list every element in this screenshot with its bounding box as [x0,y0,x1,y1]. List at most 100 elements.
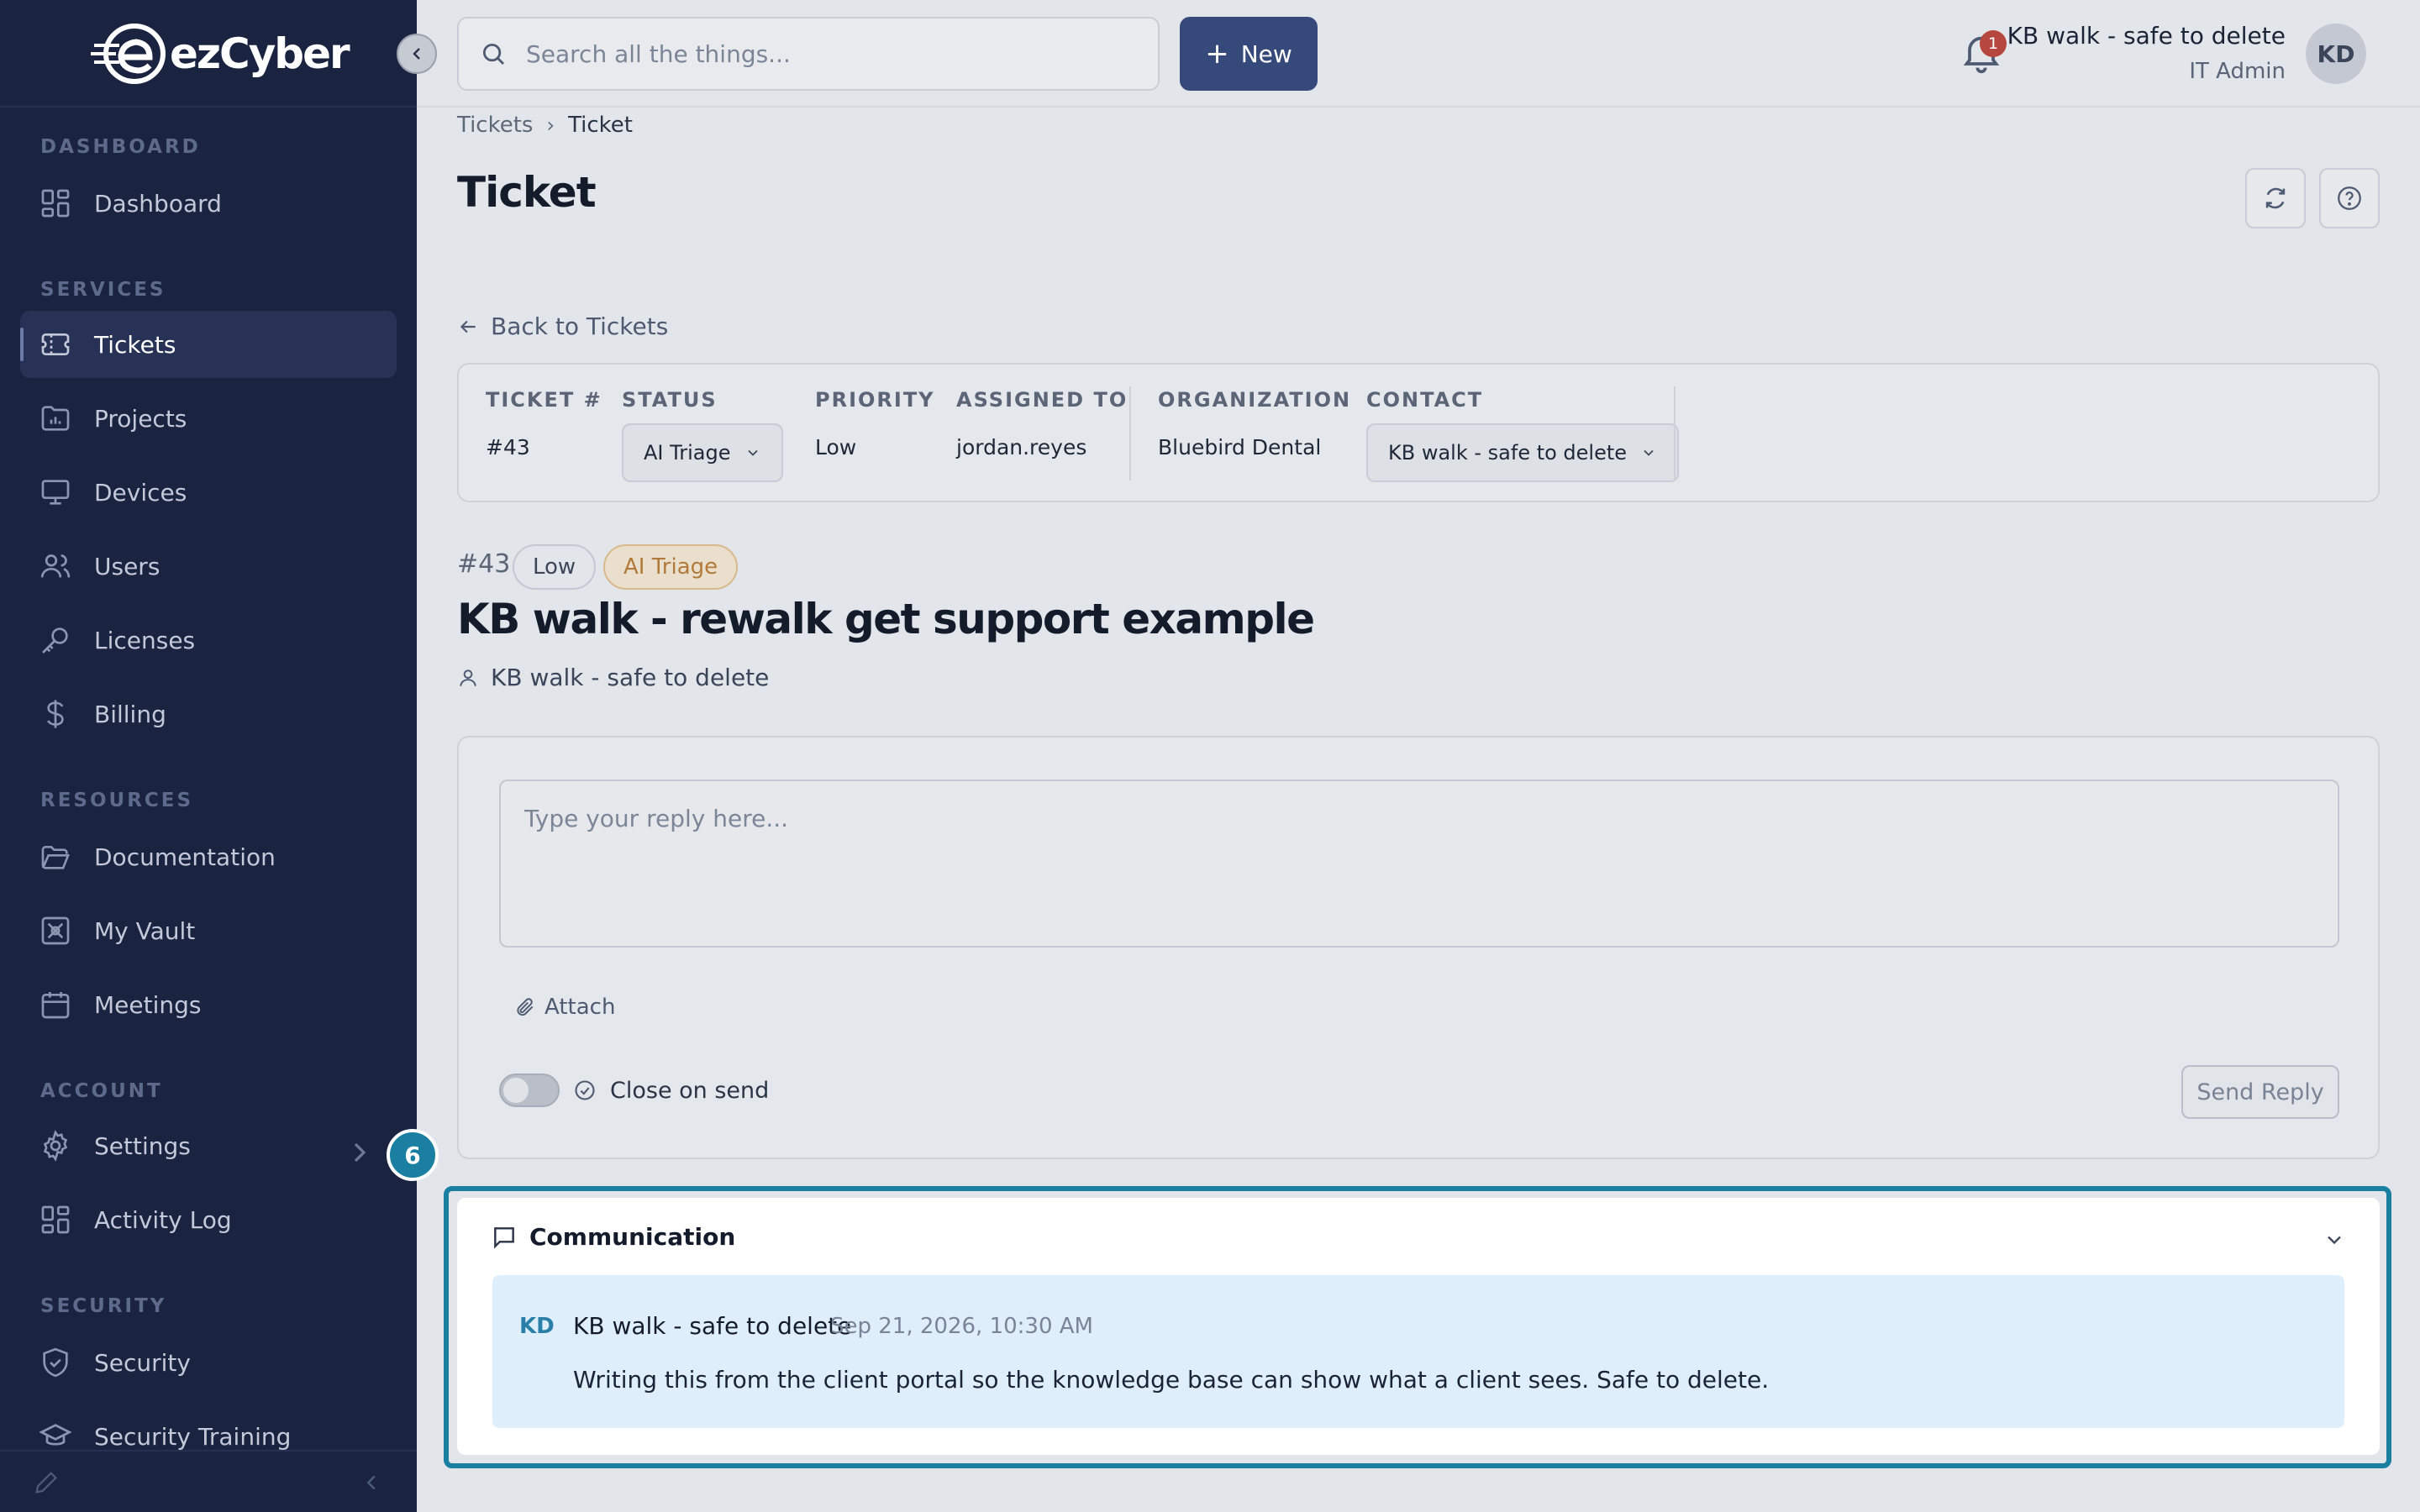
section-label-account: ACCOUNT [40,1080,163,1102]
contact-select[interactable]: KB walk - safe to delete [1366,423,1680,482]
close-on-send-label: Close on send [573,1074,769,1107]
meta-divider [1674,386,1676,480]
collapse-sidebar-icon[interactable] [360,1470,383,1495]
folder-open-icon [41,846,70,869]
paperclip-icon [517,998,534,1016]
attach-button[interactable]: Attach [514,995,615,1020]
reply-card: Attach Close on send Send Reply [457,736,2380,1159]
help-icon [2338,186,2361,210]
sidebar-item-settings[interactable]: Settings [20,1112,397,1179]
chevron-right-icon [354,1142,366,1163]
arrow-left-icon [460,320,476,333]
user-name: KB walk - safe to delete [2007,22,2286,50]
refresh-button[interactable] [2245,168,2306,228]
shield-icon [43,1347,68,1378]
meta-label: PRIORITY [815,388,935,412]
sidebar-item-users[interactable]: Users [20,533,397,600]
sidebar-item-activity-log[interactable]: Activity Log [20,1186,397,1253]
sidebar-item-meetings[interactable]: Meetings [20,971,397,1038]
meta-label: ASSIGNED TO [956,388,1128,412]
meta-priority: PRIORITY Low [815,388,935,459]
status-badge: AI Triage [603,544,739,590]
plus-icon: + [1205,37,1229,71]
folder-chart-icon [41,406,70,431]
status-select[interactable]: AI Triage [622,423,783,482]
gear-icon [43,1130,68,1162]
meta-label: CONTACT [1366,388,1484,412]
reply-textarea[interactable] [524,805,2314,922]
breadcrumb: Tickets › Ticket [457,113,633,138]
meta-label: STATUS [622,388,718,412]
sidebar-item-projects[interactable]: Projects [20,385,397,452]
sidebar-item-label: Documentation [94,843,276,871]
user-role: IT Admin [2189,59,2286,84]
step-highlight-frame [444,1186,2391,1468]
ticket-meta-card: TICKET # #43 STATUS AI Triage PRIORITY L… [457,363,2380,502]
status-select-value: AI Triage [644,441,731,465]
avatar[interactable]: KD [2306,24,2366,84]
ticket-title: KB walk - rewalk get support example [457,595,1315,643]
refresh-icon [2265,187,2286,209]
brand-name: ezCyber [170,29,350,78]
ticket-number: #43 [457,549,511,579]
meta-organization: ORGANIZATION Bluebird Dental [1158,388,1351,459]
sidebar-item-tickets[interactable]: Tickets [20,311,397,378]
chevron-right-icon: › [546,113,555,137]
meta-label: TICKET # [486,388,602,412]
step-badge: 6 [387,1129,439,1181]
ticket-contact: KB walk - safe to delete [457,664,769,691]
meta-status-label-wrap: STATUS [622,388,718,412]
meta-assigned-to: ASSIGNED TO jordan.reyes [956,388,1128,459]
section-label-security: SECURITY [40,1295,167,1317]
sidebar-item-label: Devices [94,478,187,507]
sidebar-item-label: Settings [94,1131,191,1160]
sidebar-item-label: Dashboard [94,189,222,218]
sidebar-item-label: Security [94,1348,191,1377]
grid-icon [41,1205,70,1234]
sidebar-item-licenses[interactable]: Licenses [20,606,397,674]
section-label-dashboard: DASHBOARD [40,136,201,158]
sidebar-item-billing[interactable]: Billing [20,680,397,748]
grid-icon [41,189,70,218]
reply-box[interactable] [499,780,2339,948]
brand-logo[interactable]: ezCyber [91,20,350,87]
sidebar-item-dashboard[interactable]: Dashboard [20,170,397,237]
search-input[interactable] [526,39,1114,68]
sidebar-item-label: Tickets [94,330,176,359]
sidebar-item-label: Projects [94,404,187,433]
help-button[interactable] [2319,168,2380,228]
notification-count-badge: 1 [1980,30,2007,57]
users-icon [40,554,71,578]
sidebar-item-security[interactable]: Security [20,1329,397,1396]
sidebar-item-label: Meetings [94,990,202,1019]
attach-label: Attach [544,995,616,1020]
collapse-sidebar-button[interactable] [397,34,437,74]
back-to-tickets-link[interactable]: Back to Tickets [457,312,668,340]
search-icon [482,43,505,66]
section-label-resources: RESOURCES [40,790,194,811]
logo-mark-icon [91,24,168,84]
sidebar-item-my-vault[interactable]: My Vault [20,897,397,964]
close-on-send-toggle[interactable] [499,1074,560,1107]
section-label-services: SERVICES [40,279,166,301]
meta-label: ORGANIZATION [1158,388,1352,412]
new-button-label: New [1240,39,1292,68]
sidebar-item-devices[interactable]: Devices [20,459,397,526]
priority-badge: Low [513,544,597,590]
chevron-left-icon [413,48,420,60]
send-reply-button[interactable]: Send Reply [2181,1065,2339,1119]
breadcrumb-tickets-link[interactable]: Tickets [457,113,533,138]
sidebar-footer [0,1450,417,1512]
page-title: Ticket [457,168,597,217]
logo-divider [0,106,417,108]
vault-icon [41,916,70,945]
sidebar-item-documentation[interactable]: Documentation [20,823,397,890]
new-button[interactable]: + New [1180,17,1318,91]
breadcrumb-current: Ticket [568,113,633,138]
contact-select-value: KB walk - safe to delete [1388,441,1628,465]
pencil-icon[interactable] [32,1468,60,1497]
meta-divider [1129,386,1131,480]
meta-contact-label-wrap: CONTACT [1366,388,1483,412]
check-circle-icon [575,1080,595,1100]
search-bar[interactable] [457,17,1160,91]
